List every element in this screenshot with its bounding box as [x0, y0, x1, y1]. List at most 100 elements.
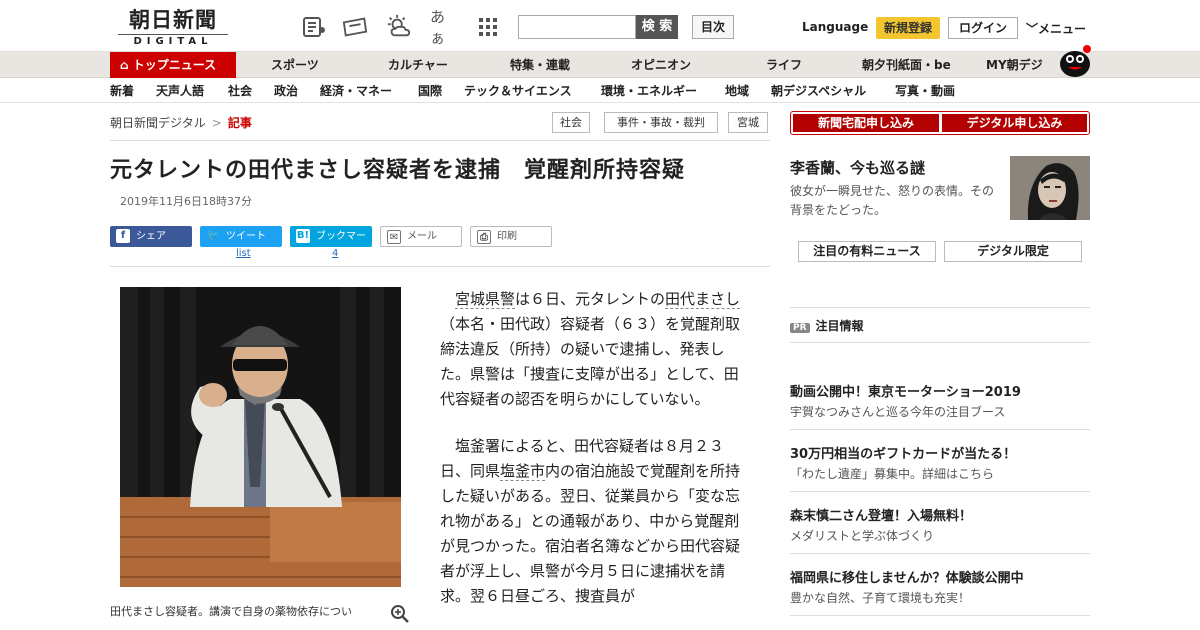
language-link[interactable]: Language: [802, 20, 868, 34]
nav-special[interactable]: 朝デジスペシャル: [771, 79, 866, 103]
article-date: 2019年11月6日18時37分: [120, 195, 252, 208]
twitter-icon: 🐦: [206, 230, 220, 241]
divider: [790, 342, 1090, 343]
link-miyagi-police[interactable]: 宮城県警: [455, 290, 516, 309]
link-shiogama[interactable]: 塩釜市: [500, 462, 546, 481]
pr-badge: PR: [790, 323, 810, 333]
feature-image[interactable]: [1010, 156, 1090, 220]
hatena-bookmark-button[interactable]: B! ブックマーク: [290, 226, 372, 263]
nav-top-news[interactable]: ⌂ トップニュース: [110, 52, 236, 78]
promo-title[interactable]: 動画公開中！東京モーターショー2019: [790, 381, 1021, 400]
photo-caption: 田代まさし容疑者。講演で自身の薬物依存につい: [110, 605, 352, 618]
divider: [790, 615, 1090, 616]
breadcrumb-home[interactable]: 朝日新聞デジタル: [110, 116, 206, 130]
zoom-icon[interactable]: [390, 604, 410, 624]
nav-sports[interactable]: スポーツ: [271, 52, 319, 78]
subscribe-bar: 新聞宅配申し込み デジタル申し込み: [790, 111, 1090, 135]
logo-subtitle: DIGITAL: [118, 34, 228, 47]
divider: [790, 429, 1090, 430]
article-body: 宮城県警は６日、元タレントの田代まさし （本名・田代政）容疑者（６３）を覚醒剤取締…: [440, 287, 750, 630]
mascot-icon[interactable]: [1058, 44, 1092, 78]
search-button[interactable]: 検 索: [636, 15, 678, 39]
nav-life[interactable]: ライフ: [766, 52, 802, 78]
nav-photo-video[interactable]: 写真・動画: [895, 79, 955, 103]
site-logo[interactable]: 朝日新聞 DIGITAL: [118, 8, 228, 47]
promo-subtitle[interactable]: 「わたし遺産」募集中。詳細はこちら: [790, 465, 994, 482]
search-input[interactable]: [518, 15, 636, 39]
register-button[interactable]: 新規登録: [876, 17, 940, 39]
digital-only-button[interactable]: デジタル限定: [944, 241, 1082, 262]
breadcrumb-current: 記事: [227, 116, 252, 130]
mail-button[interactable]: ✉ メール: [380, 226, 462, 247]
grid-apps-icon[interactable]: [475, 14, 501, 40]
site-header: 朝日新聞 DIGITAL あぁ 検 索 目次 Language 新規登録 ログイ…: [0, 0, 1200, 52]
breadcrumb: 朝日新聞デジタル > 記事: [110, 114, 252, 131]
feature-description: 彼女が一瞬見せた、怒りの表情。その背景をたどった。: [790, 184, 995, 217]
text: （本名・田代政）容疑者（６３）を覚醒剤取締法違反（所持）の疑いで逮捕し、発表した…: [440, 315, 741, 408]
divider: [110, 140, 770, 141]
print-button[interactable]: ⎙ 印刷: [470, 226, 552, 247]
newspaper-icon[interactable]: [301, 14, 327, 40]
digital-subscribe-button[interactable]: デジタル申し込み: [942, 114, 1087, 132]
facebook-icon: f: [116, 229, 130, 243]
paid-news-button[interactable]: 注目の有料ニュース: [798, 241, 936, 262]
text: は６日、元タレントの: [515, 290, 666, 308]
nav-opinion[interactable]: オピニオン: [631, 52, 691, 78]
font-size-icon[interactable]: あぁ: [430, 8, 456, 47]
tag-society[interactable]: 社会: [552, 112, 590, 133]
bookmark-label: ブックマーク: [316, 231, 366, 263]
feature-title[interactable]: 李香蘭、今も巡る謎: [790, 157, 925, 178]
paragraph: 宮城県警は６日、元タレントの田代まさし （本名・田代政）容疑者（６３）を覚醒剤取締…: [440, 287, 750, 412]
delivery-subscribe-button[interactable]: 新聞宅配申し込み: [793, 114, 939, 132]
mail-label: メール: [407, 231, 437, 242]
text: 内の宿泊施設で覚醒剤を所持した疑いがある。翌日、従業員から「変な忘れ物がある」と…: [440, 462, 741, 605]
promo-subtitle[interactable]: メダリストと学ぶ体づくり: [790, 527, 934, 544]
logo-title: 朝日新聞: [129, 7, 217, 32]
divider: [790, 307, 1090, 308]
nav-economy[interactable]: 経済・マネー: [320, 79, 392, 103]
nav-politics[interactable]: 政治: [274, 79, 298, 103]
print-label: 印刷: [497, 231, 517, 242]
weather-icon[interactable]: [386, 14, 412, 40]
nav-tech[interactable]: テック＆サイエンス: [464, 79, 572, 103]
twitter-share-button[interactable]: 🐦 ツイート: [200, 226, 282, 247]
menu-button[interactable]: ﹀メニュー: [1026, 20, 1086, 37]
promo-subtitle[interactable]: 宇賀なつみさんと巡る今年の注目ブース: [790, 403, 1005, 420]
secondary-nav: 新着 天声人語 社会 政治 経済・マネー 国際 テック＆サイエンス 環境・エネル…: [0, 79, 1200, 103]
article-title: 元タレントの田代まさし容疑者を逮捕 覚醒剤所持容疑: [110, 158, 686, 183]
share-label: シェア: [136, 231, 166, 242]
facebook-share-button[interactable]: f シェア: [110, 226, 192, 247]
promo-subtitle[interactable]: 豊かな自然、子育て環境も充実！: [790, 589, 970, 606]
nav-environment[interactable]: 環境・エネルギー: [601, 79, 697, 103]
print-icon: ⎙: [477, 230, 491, 244]
tag-miyagi[interactable]: 宮城: [728, 112, 768, 133]
nav-society[interactable]: 社会: [228, 79, 252, 103]
nav-new[interactable]: 新着: [110, 79, 134, 103]
menu-label: メニュー: [1038, 22, 1087, 36]
ticket-icon[interactable]: [342, 14, 368, 40]
nav-my-asahi[interactable]: MY朝デジ: [986, 52, 1043, 78]
tag-incident[interactable]: 事件・事故・裁判: [604, 112, 718, 133]
nav-region[interactable]: 地域: [725, 79, 749, 103]
login-button[interactable]: ログイン: [948, 17, 1018, 39]
mail-icon: ✉: [387, 230, 401, 244]
twitter-count[interactable]: list: [236, 248, 251, 259]
nav-tenseijingo[interactable]: 天声人語: [156, 79, 204, 103]
promo-title[interactable]: 福岡県に移住しませんか？体験談公開中: [790, 567, 1024, 586]
chevron-down-icon: ﹀: [1026, 22, 1039, 36]
hatena-count[interactable]: 4: [332, 248, 338, 259]
breadcrumb-separator: >: [211, 116, 222, 130]
promo-title[interactable]: 森末慎二さん登壇！入場無料！: [790, 505, 972, 524]
home-icon: ⌂: [120, 58, 133, 72]
nav-international[interactable]: 国際: [418, 79, 442, 103]
link-tashiro[interactable]: 田代まさし: [665, 290, 741, 309]
article-photo[interactable]: [120, 287, 401, 587]
nav-newspaper[interactable]: 朝夕刊紙面・be: [862, 52, 951, 78]
promo-title[interactable]: 30万円相当のギフトカードが当たる！: [790, 443, 1016, 462]
toc-button[interactable]: 目次: [692, 15, 734, 39]
tweet-label: ツイート: [226, 231, 266, 242]
divider: [110, 266, 770, 267]
nav-features[interactable]: 特集・連載: [510, 52, 570, 78]
nav-culture[interactable]: カルチャー: [388, 52, 448, 78]
hatena-icon: B!: [296, 229, 310, 243]
